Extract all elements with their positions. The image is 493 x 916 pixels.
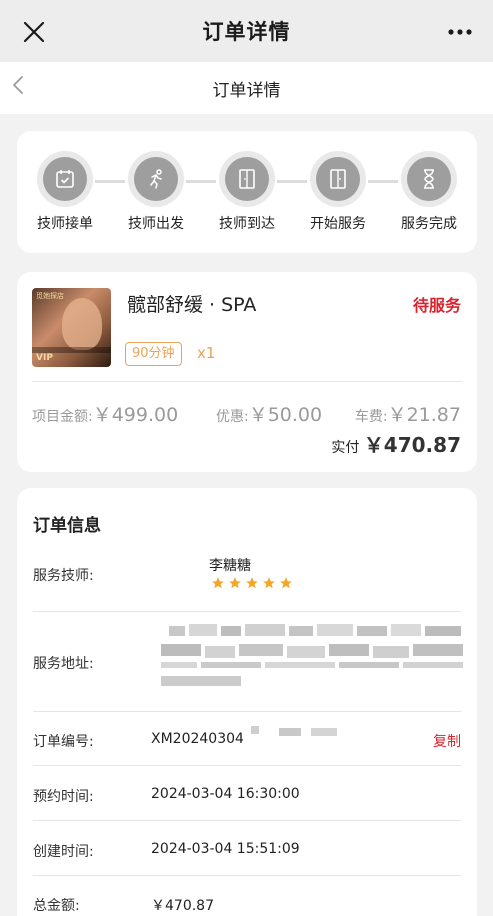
step-arrived: 技师到达 (202, 151, 292, 233)
divider (33, 820, 461, 821)
thumbnail-vip: VIP (36, 353, 53, 363)
running-person-icon (150, 169, 162, 189)
wechat-title: 订单详情 (202, 20, 291, 44)
page-header: 订单详情 (0, 62, 493, 114)
total-label: 总金额: (33, 898, 80, 914)
back-arrow-icon[interactable] (8, 74, 30, 96)
step-departed: 技师出发 (111, 151, 201, 233)
step-accepted: 技师接单 (20, 151, 110, 233)
door-icon (239, 169, 255, 189)
copy-order-no-button[interactable]: 复制 (433, 731, 461, 751)
paid-value: ￥470.87 (363, 433, 461, 457)
address-label: 服务地址: (33, 656, 94, 672)
step-label: 技师接单 (37, 216, 93, 232)
order-info-card: 订单信息 服务技师: 李糖糖 服务地址: 订单编号: XM20240304 复制… (17, 488, 477, 916)
paid-amount: 实付 ￥470.87 (331, 429, 461, 458)
appointment-time: 2024-03-04 16:30:00 (151, 786, 300, 802)
step-completed: 服务完成 (384, 151, 474, 233)
technician-label: 服务技师: (33, 568, 94, 584)
calendar-check-icon (56, 170, 74, 188)
section-title: 订单信息 (33, 516, 101, 536)
product-name: 髋部舒缓 · SPA (127, 294, 257, 316)
close-icon[interactable] (22, 20, 46, 44)
appointment-label: 预约时间: (33, 789, 94, 805)
duration-tag: 90分钟 (125, 342, 182, 366)
step-label: 开始服务 (310, 216, 366, 232)
star-icon (246, 577, 258, 589)
divider (33, 875, 461, 876)
discount-value: ￥50.00 (248, 404, 323, 426)
step-label: 服务完成 (401, 216, 457, 232)
discount-label: 优惠: (216, 409, 249, 425)
star-icon (280, 577, 292, 589)
star-icon (212, 577, 224, 589)
divider (33, 765, 461, 766)
step-label: 技师出发 (128, 216, 184, 232)
discount: 优惠:￥50.00 (216, 400, 322, 427)
thumbnail-tag: 觅她探店 (36, 292, 64, 300)
product-card[interactable]: 觅她探店 VIP 髋部舒缓 · SPA 待服务 90分钟 x1 项目金额:￥49… (17, 272, 477, 472)
created-label: 创建时间: (33, 844, 94, 860)
quantity: x1 (197, 344, 216, 362)
order-no-label: 订单编号: (33, 734, 94, 750)
fare-label: 车费: (354, 409, 388, 425)
created-time: 2024-03-04 15:51:09 (151, 841, 300, 857)
star-icon (229, 577, 241, 589)
service-progress-card: 技师接单 技师出发 技师到达 开始服务 服务完成 (17, 131, 477, 253)
wechat-title-bar: 订单详情 (0, 0, 493, 62)
item-amount-label: 项目金额: (32, 409, 93, 425)
hourglass-icon (424, 169, 434, 189)
total-value: ￥470.87 (151, 898, 214, 914)
divider (32, 381, 462, 382)
door-open-icon (330, 169, 346, 189)
technician-rating (211, 576, 293, 590)
page-title: 订单详情 (212, 80, 281, 101)
product-thumbnail: 觅她探店 VIP (32, 288, 111, 367)
order-no-value: XM20240304 (151, 731, 244, 747)
item-amount-value: ￥499.00 (92, 404, 179, 426)
paid-label: 实付 (331, 440, 360, 456)
technician-name: 李糖糖 (209, 558, 251, 574)
step-label: 技师到达 (219, 216, 275, 232)
divider (33, 711, 461, 712)
step-started: 开始服务 (293, 151, 383, 233)
fare: 车费:￥21.87 (355, 400, 461, 427)
order-status: 待服务 (412, 296, 461, 315)
item-amount: 项目金额:￥499.00 (32, 400, 178, 427)
fare-value: ￥21.87 (387, 404, 461, 426)
divider (33, 611, 461, 612)
more-dots-icon[interactable] (447, 24, 473, 40)
star-icon (263, 577, 275, 589)
